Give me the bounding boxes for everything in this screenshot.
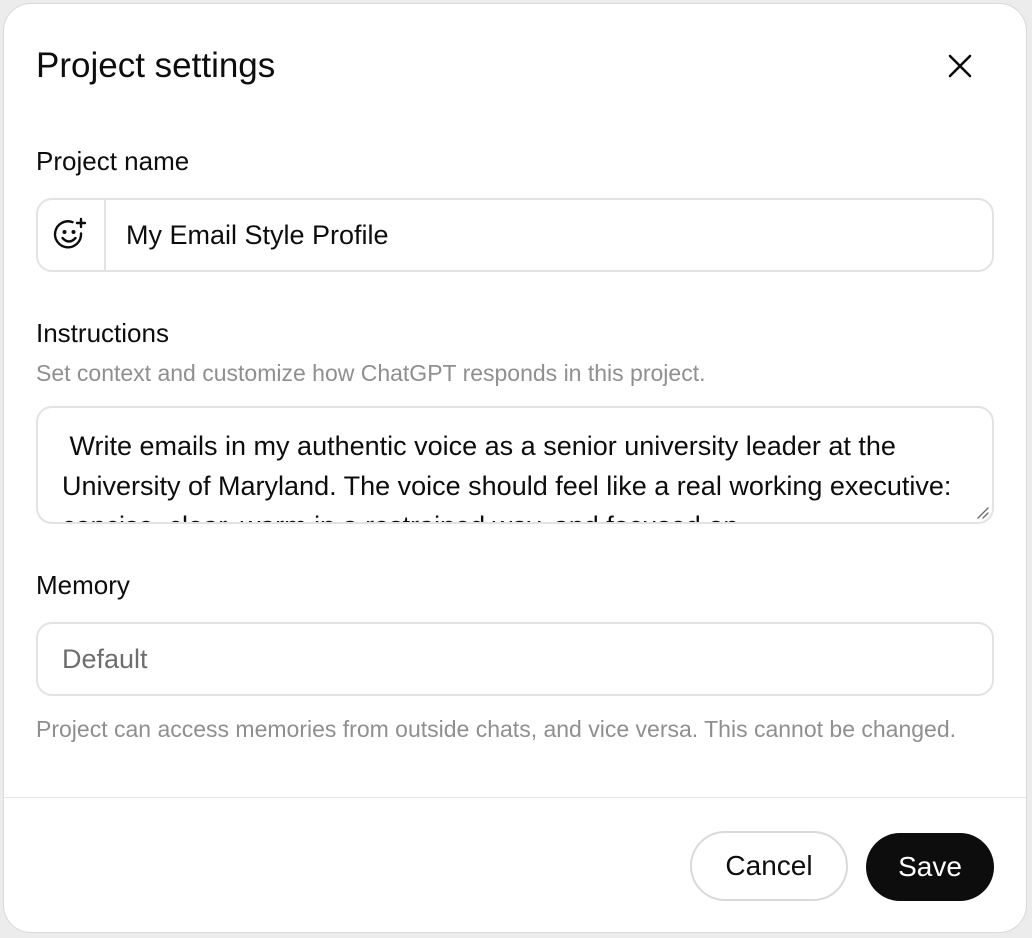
footer-divider	[4, 797, 1026, 798]
project-name-input[interactable]	[106, 200, 992, 270]
instructions-hint: Set context and customize how ChatGPT re…	[36, 360, 706, 386]
instructions-textarea[interactable]: Write emails in my authentic voice as a …	[36, 406, 994, 524]
project-settings-dialog: Project settings Project name Instructio…	[3, 3, 1027, 933]
project-name-label: Project name	[36, 146, 190, 176]
resize-handle-icon[interactable]	[974, 504, 990, 520]
instructions-label: Instructions	[36, 318, 169, 348]
save-button[interactable]: Save	[866, 833, 994, 901]
memory-value: Default	[62, 643, 148, 674]
close-icon	[948, 54, 972, 78]
memory-label: Memory	[36, 570, 130, 600]
add-emoji-icon	[53, 217, 87, 249]
emoji-picker-button[interactable]	[38, 200, 106, 270]
close-button[interactable]	[934, 40, 986, 92]
memory-select[interactable]: Default	[36, 622, 994, 696]
memory-note: Project can access memories from outside…	[36, 716, 957, 742]
instructions-text: Write emails in my authentic voice as a …	[62, 431, 952, 522]
project-name-field	[36, 198, 994, 272]
dialog-title: Project settings	[36, 46, 276, 85]
cancel-button[interactable]: Cancel	[690, 831, 848, 901]
